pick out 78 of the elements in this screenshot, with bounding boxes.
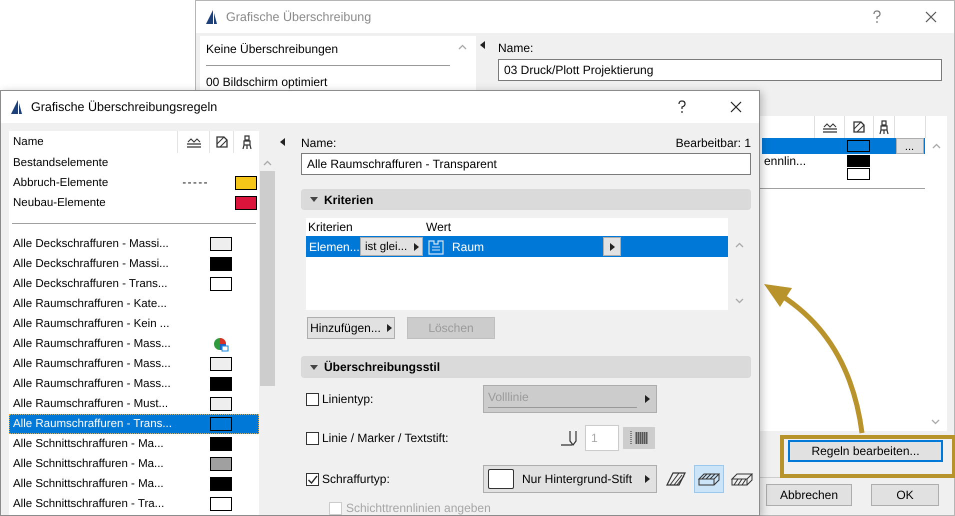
value-menu-button[interactable]: [603, 237, 621, 256]
operator-dropdown[interactable]: ist glei...: [360, 237, 423, 256]
caret-icon: [645, 395, 650, 403]
close-icon[interactable]: [925, 11, 937, 23]
hatched-fill-icon[interactable]: [665, 470, 687, 488]
list-item[interactable]: 00 Bildschirm optimiert: [206, 75, 470, 89]
option-label: Schichttrennlinien angeben: [346, 501, 491, 515]
scroll-thumb[interactable]: [260, 171, 275, 386]
more-button[interactable]: ...: [896, 138, 924, 154]
pattern-icon: [628, 430, 650, 446]
check-mark-icon: [307, 474, 318, 484]
rule-row[interactable]: ennlin...: [762, 154, 925, 168]
name-field[interactable]: 03 Druck/Plott Projektierung: [498, 59, 942, 81]
section-header[interactable]: Kriterien: [301, 188, 751, 210]
checkbox[interactable]: [306, 392, 319, 406]
line-type-icon: [822, 121, 838, 133]
fill-icon: [214, 135, 228, 149]
collapse-triangle-icon[interactable]: [310, 364, 318, 370]
dialog-button[interactable]: Abbrechen: [766, 484, 852, 506]
caret-icon: [610, 242, 614, 251]
rule-item[interactable]: Alle Raumschraffuren - Kate...: [9, 294, 259, 314]
caret-icon: [414, 242, 419, 251]
rule-item[interactable]: Alle Raumschraffuren - Mass...: [9, 334, 259, 354]
edit-rules-button[interactable]: Regeln bearbeiten...: [788, 440, 943, 462]
pie-chart-icon: [213, 336, 229, 352]
close-icon[interactable]: [730, 101, 742, 113]
app-logo-icon: [9, 99, 23, 115]
checkbox[interactable]: [306, 472, 319, 486]
rule-item[interactable]: Alle Schnittschraffuren - Ma...: [9, 454, 259, 474]
dashed-line-style: -----: [182, 177, 209, 189]
app-logo-icon: [204, 9, 218, 25]
rule-item[interactable]: Alle Raumschraffuren - Kein ...: [9, 314, 259, 334]
collapse-arrow-icon[interactable]: [480, 41, 485, 49]
caret-icon: [645, 475, 650, 483]
rule-row[interactable]: ...: [762, 138, 925, 154]
option-label: Schraffurtyp:: [322, 472, 390, 486]
fill-icon: [852, 120, 866, 134]
rule-item[interactable]: Alle Schnittschraffuren - Ma...: [9, 434, 259, 454]
rule-item[interactable]: Alle Raumschraffuren - Trans...: [9, 414, 259, 434]
caret-icon: [386, 324, 392, 332]
criteria-value: Raum: [452, 240, 484, 254]
option-label: Linie / Marker / Textstift:: [322, 431, 448, 445]
column-header: Kriterien: [307, 220, 354, 234]
rule-item[interactable]: Alle Raumschraffuren - Mass...: [9, 354, 259, 374]
column-header: Name: [13, 136, 44, 148]
name-field[interactable]: Alle Raumschraffuren - Transparent: [301, 153, 751, 175]
room-icon: [428, 238, 444, 255]
line-type-icon: [186, 136, 202, 148]
dialog-button[interactable]: OK: [871, 484, 939, 506]
column-header: Wert: [425, 220, 452, 234]
rule-item[interactable]: Alle Deckschraffuren - Massi...: [9, 234, 259, 254]
field-label: Name:: [498, 41, 534, 55]
collapse-arrow-icon[interactable]: [280, 138, 285, 146]
pattern-button[interactable]: [623, 427, 655, 449]
checkbox[interactable]: [306, 432, 319, 444]
field-label: Name:: [301, 136, 336, 150]
rule-item[interactable]: Alle Deckschraffuren - Trans...: [9, 274, 259, 294]
rule-item[interactable]: Alle Schnittschraffuren - Tra...: [9, 494, 259, 514]
section-header[interactable]: Überschreibungsstil: [301, 356, 751, 378]
window-title: Grafische Überschreibungsregeln: [31, 100, 218, 114]
editable-count: Bearbeitbar: 1: [676, 136, 751, 150]
fill-mode-button[interactable]: [694, 465, 724, 493]
rule-item[interactable]: Alle Raumschraffuren - Must...: [9, 394, 259, 414]
option-label: Linientyp:: [322, 392, 374, 406]
list-item[interactable]: Keine Überschreibungen: [206, 42, 470, 56]
help-icon[interactable]: [677, 100, 687, 114]
collapse-triangle-icon[interactable]: [310, 197, 318, 202]
rule-item[interactable]: Alle Schnittschraffuren - Ma...: [9, 474, 259, 494]
rule-item[interactable]: Alle Raumschraffuren - Mass...: [9, 374, 259, 394]
fill-type-dropdown[interactable]: Nur Hintergrund-Stift: [483, 465, 657, 493]
rule-item[interactable]: Neubau-Elemente: [9, 193, 259, 213]
rule-item[interactable]: Abbruch-Elemente -----: [9, 173, 259, 193]
rule-name: ennlin...: [764, 154, 806, 168]
window-title: Grafische Überschreibung: [226, 10, 372, 24]
rule-item[interactable]: Bestandselemente: [9, 153, 259, 173]
rule-item[interactable]: Alle Deckschraffuren - Massi...: [9, 254, 259, 274]
action-button[interactable]: Hinzufügen...: [307, 317, 395, 340]
criteria-row[interactable]: Elemen... ist glei... Raum: [306, 236, 728, 258]
